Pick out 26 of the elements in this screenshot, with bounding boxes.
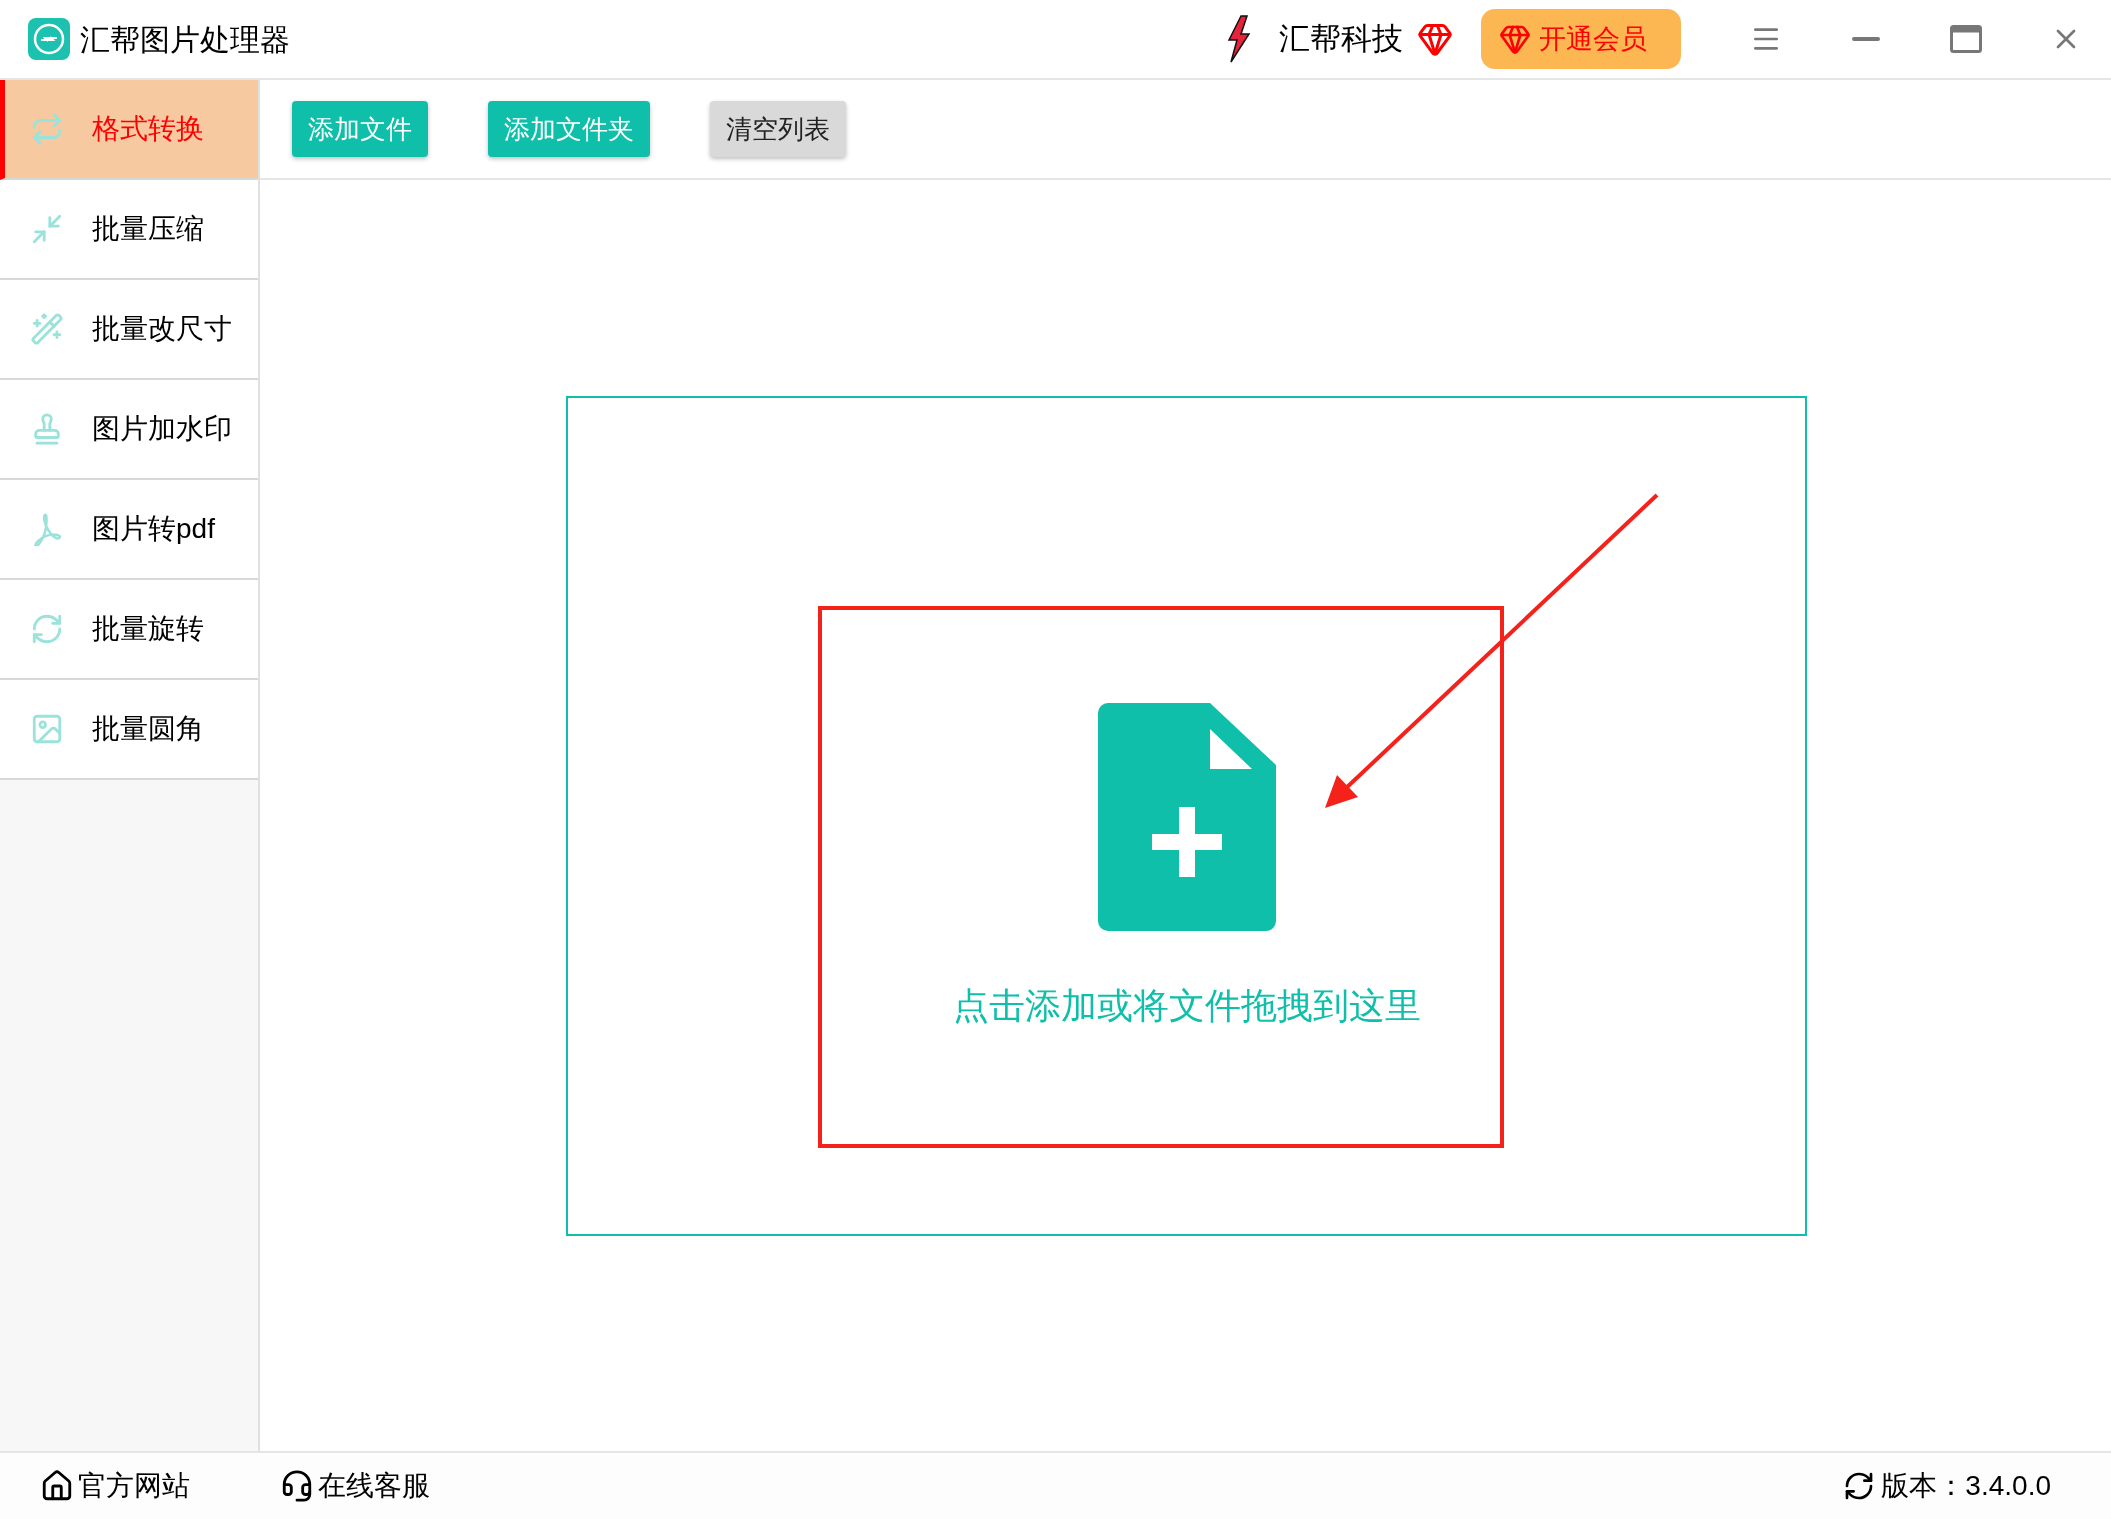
- drop-hint: 点击添加或将文件拖拽到这里: [952, 984, 1421, 1028]
- minimize-icon: [1852, 37, 1880, 41]
- diamond-icon: [1417, 21, 1453, 57]
- add-file-icon: [1097, 703, 1276, 931]
- version-text: 版本：3.4.0.0: [1881, 1469, 2051, 1503]
- sidebar-item[interactable]: 图片加水印: [0, 380, 258, 480]
- rotate-icon: [30, 612, 64, 646]
- sidebar-item[interactable]: 图片转pdf: [0, 480, 258, 580]
- support-link[interactable]: 在线客服: [280, 1465, 430, 1507]
- compress-arrows-icon: [30, 212, 64, 246]
- brand-name: 汇帮科技: [1279, 19, 1403, 58]
- sidebar-item[interactable]: 批量圆角: [0, 680, 258, 780]
- clear-button[interactable]: 清空列表: [710, 101, 846, 157]
- website-link[interactable]: 官方网站: [40, 1465, 190, 1507]
- sidebar-item[interactable]: 批量压缩: [0, 180, 258, 280]
- wand-icon: [30, 312, 64, 346]
- maximize-icon: [1950, 25, 1982, 53]
- convert-icon: [30, 112, 64, 146]
- home-icon: [40, 1469, 74, 1503]
- sidebar-item[interactable]: 批量旋转: [0, 580, 258, 680]
- image-icon: [30, 712, 64, 746]
- headset-icon: [280, 1469, 314, 1503]
- diamond-icon: [1499, 23, 1531, 55]
- sidebar-item[interactable]: 批量改尺寸: [0, 280, 258, 380]
- window-title: 汇帮图片处理器: [80, 21, 290, 58]
- app-logo-icon: [28, 18, 70, 60]
